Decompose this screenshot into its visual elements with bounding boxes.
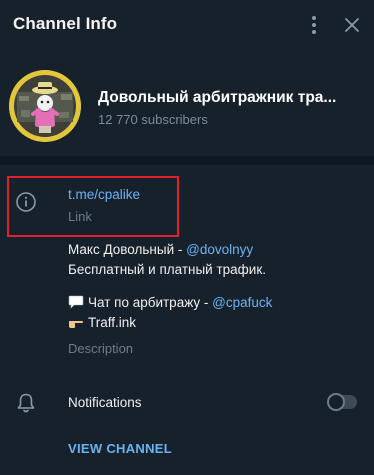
more-vertical-icon[interactable] xyxy=(302,12,326,38)
channel-link[interactable]: t.me/cpalike xyxy=(68,187,140,202)
mention-dovolnyy[interactable]: @dovolnyy xyxy=(186,242,253,257)
channel-avatar[interactable] xyxy=(9,70,81,142)
header: Channel Info xyxy=(0,0,374,52)
mention-cpafuck[interactable]: @cpafuck xyxy=(212,295,272,310)
section-divider xyxy=(0,156,374,165)
speech-balloon-icon xyxy=(68,295,84,309)
info-section: t.me/cpalike Link Макс Довольный - @dovo… xyxy=(0,165,374,475)
panel-title: Channel Info xyxy=(13,14,118,33)
channel-name: Довольный арбитражник тра... xyxy=(98,89,337,106)
notifications-toggle[interactable] xyxy=(327,393,357,411)
subscriber-count: 12 770 subscribers xyxy=(98,112,208,127)
close-icon[interactable] xyxy=(341,14,363,36)
view-channel-button[interactable]: VIEW CHANNEL xyxy=(68,441,172,456)
channel-description: Макс Довольный - @dovolnyy Бесплатный и … xyxy=(68,240,364,333)
toggle-knob xyxy=(327,393,345,411)
description-line-2: Бесплатный и платный трафик. xyxy=(68,262,266,277)
notifications-label: Notifications xyxy=(68,395,142,410)
description-line-3: Чат по арбитражу - @cpafuck xyxy=(68,293,364,313)
bell-icon xyxy=(16,392,36,414)
description-text: Traff.ink xyxy=(88,315,137,330)
link-label: Link xyxy=(68,209,92,224)
description-line-1: Макс Довольный - @dovolnyy xyxy=(68,240,364,260)
channel-profile: Довольный арбитражник тра... 12 770 subs… xyxy=(0,52,374,156)
link-highlight-box xyxy=(7,176,179,237)
description-text: Макс Довольный - xyxy=(68,242,187,257)
description-label: Description xyxy=(68,341,134,356)
description-line-4: Traff.ink xyxy=(68,313,364,333)
pointing-hand-icon xyxy=(68,315,84,329)
description-text: Чат по арбитражу - xyxy=(88,295,213,310)
